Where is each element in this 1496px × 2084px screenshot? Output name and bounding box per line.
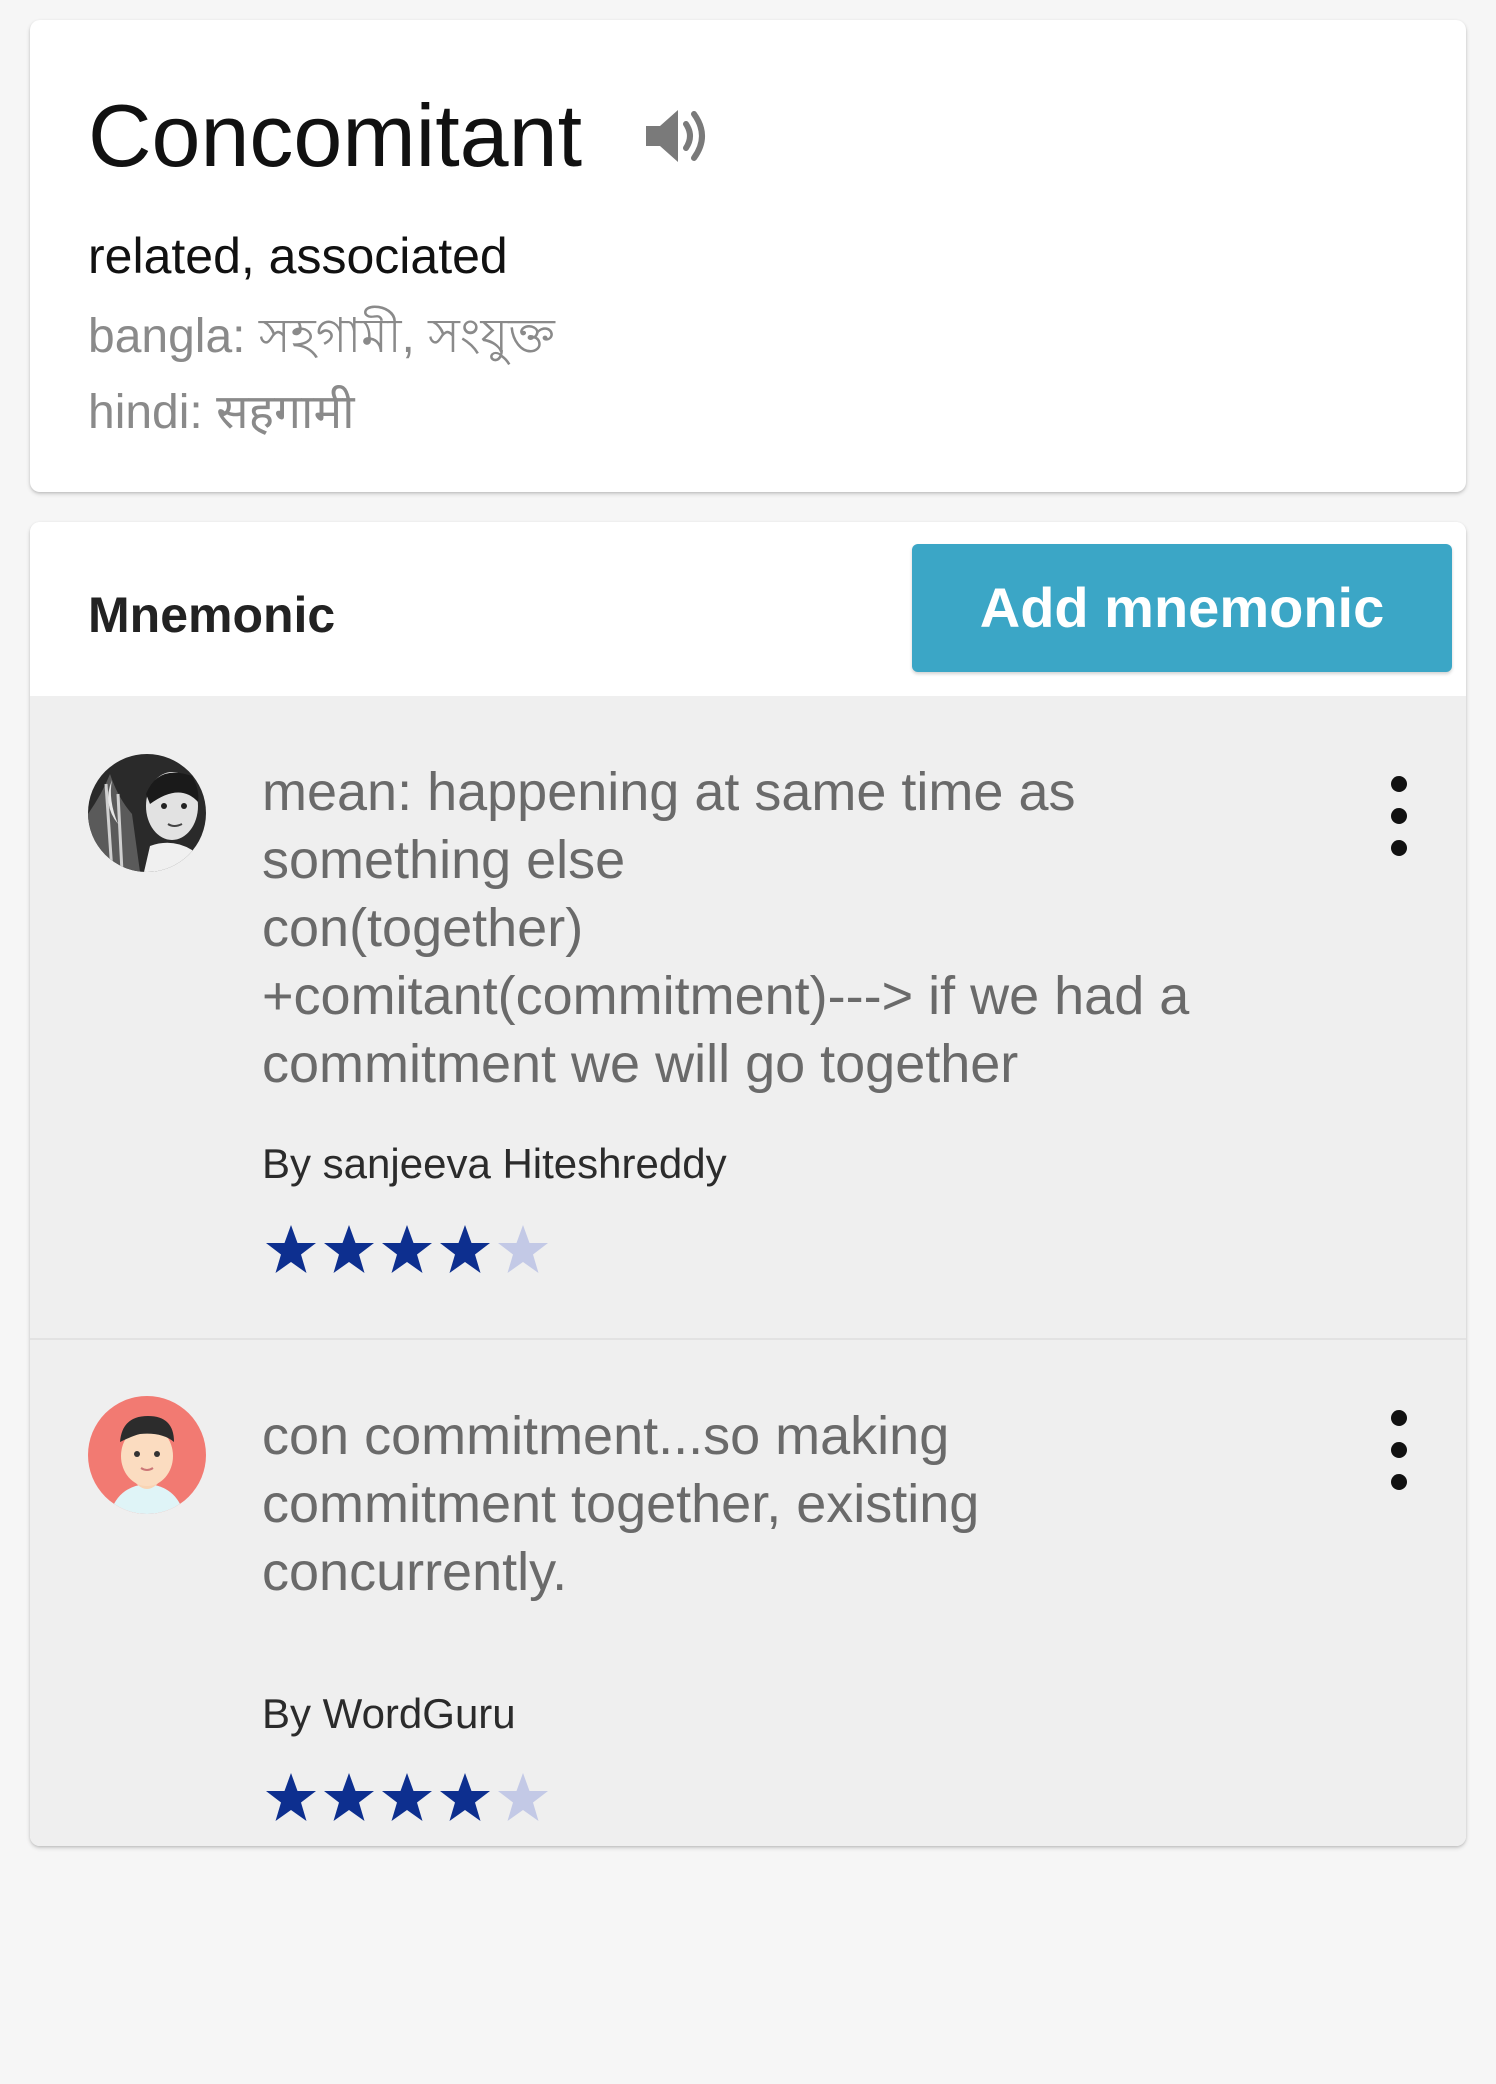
mnemonic-text: mean: happening at same time as somethin…	[262, 762, 1190, 1094]
add-mnemonic-button[interactable]: Add mnemonic	[912, 544, 1452, 672]
star-filled-icon[interactable]	[378, 1770, 436, 1826]
star-filled-icon[interactable]	[378, 1222, 436, 1278]
cartoon-user-avatar[interactable]	[88, 1396, 206, 1514]
mnemonic-label: Mnemonic	[88, 587, 336, 643]
star-filled-icon[interactable]	[436, 1770, 494, 1826]
rating-stars[interactable]	[262, 1222, 552, 1278]
mnemonic-card: Mnemonic Add mnemonic mean: happening at…	[30, 522, 1466, 1846]
star-filled-icon[interactable]	[436, 1222, 494, 1278]
word-title: Concomitant	[88, 86, 583, 185]
mnemonic-author[interactable]: By WordGuru	[262, 1690, 516, 1738]
word-row: Concomitant	[88, 92, 712, 180]
mnemonic-entry: con commitment...so making commitment to…	[30, 1340, 1466, 1826]
mnemonic-list: mean: happening at same time as somethin…	[30, 696, 1466, 1846]
word-card: Concomitant related, associated bangla: …	[30, 20, 1466, 492]
mnemonic-text: con commitment...so making commitment to…	[262, 1406, 980, 1602]
star-filled-icon[interactable]	[320, 1770, 378, 1826]
speaker-icon[interactable]	[640, 100, 712, 172]
star-filled-icon[interactable]	[262, 1222, 320, 1278]
more-options-icon[interactable]	[1374, 1400, 1424, 1500]
star-filled-icon[interactable]	[320, 1222, 378, 1278]
word-meaning: related, associated	[88, 228, 508, 284]
rating-stars[interactable]	[262, 1770, 552, 1826]
star-empty-icon[interactable]	[494, 1770, 552, 1826]
star-empty-icon[interactable]	[494, 1222, 552, 1278]
star-filled-icon[interactable]	[262, 1770, 320, 1826]
mnemonic-author[interactable]: By sanjeeva Hiteshreddy	[262, 1140, 727, 1188]
hindi-translation: hindi: सहगामी	[88, 386, 355, 439]
more-options-icon[interactable]	[1374, 766, 1424, 866]
bangla-translation: bangla: সহগামী, সংযুক্ত	[88, 310, 555, 363]
mnemonic-entry: mean: happening at same time as somethin…	[30, 696, 1466, 1340]
user-photo-avatar[interactable]	[88, 754, 206, 872]
mnemonic-header: Mnemonic Add mnemonic	[30, 522, 1466, 696]
